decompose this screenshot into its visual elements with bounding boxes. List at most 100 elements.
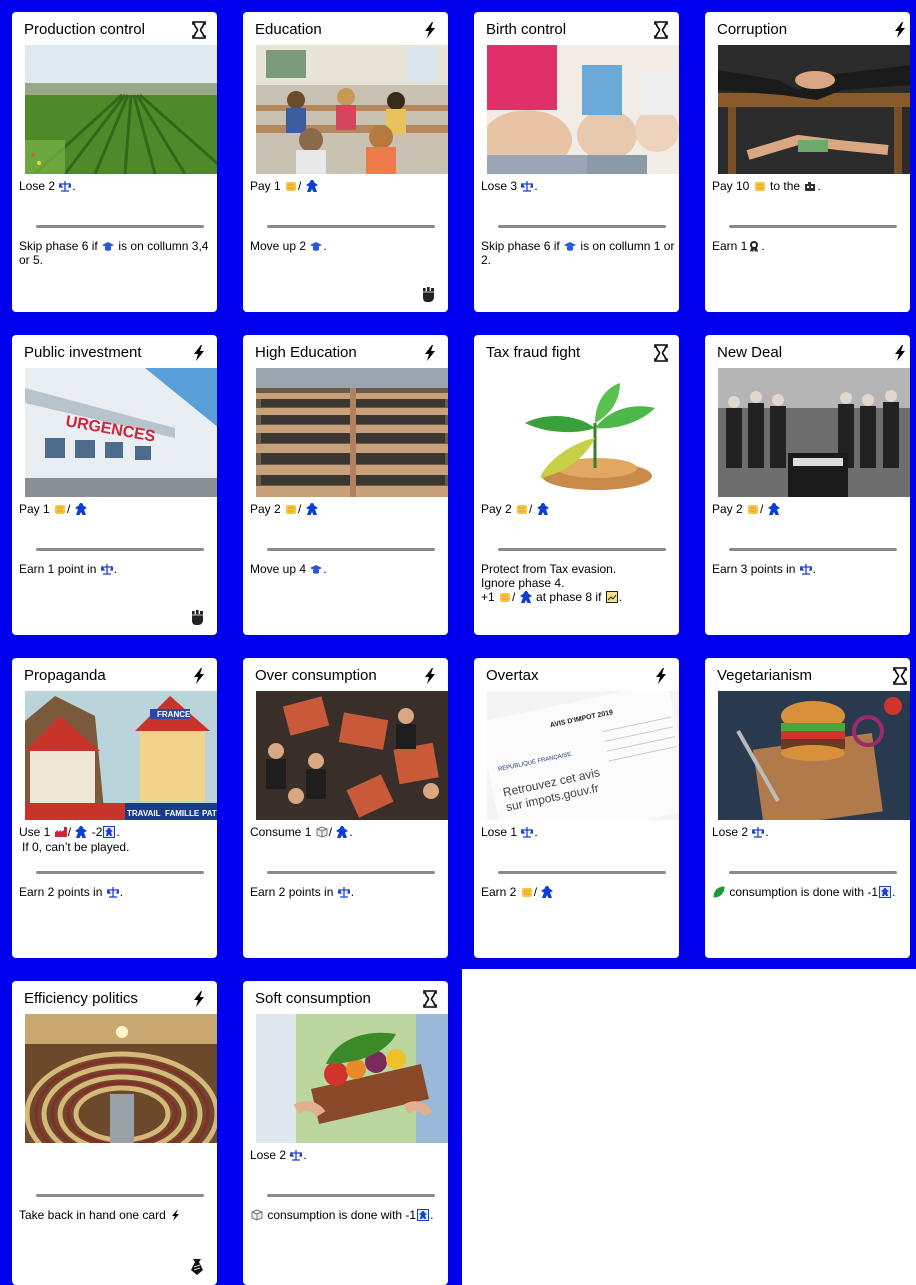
card-cost: Pay 10 to the . [712,179,821,193]
separator [36,225,204,228]
card-propaganda[interactable]: Propaganda FRANCE TRAVAIL FAMILLE PATR [0,646,231,969]
art-parliament [25,1014,217,1143]
hourglass-icon [654,344,668,362]
hourglass-icon [423,990,437,1008]
art-classroom [256,45,448,174]
card-title: Efficiency politics [24,990,138,1007]
card-title: Overtax [486,667,539,684]
card-high-education[interactable]: High Education Pay 2 / Move up 4 . [231,323,462,646]
card-birth-control[interactable]: Birth control Lose 3 . Skip phase 6 if i… [462,0,693,323]
separator [267,871,435,874]
separator [267,548,435,551]
lightning-icon [194,345,204,361]
card-production-control[interactable]: Production control Lose 2 . Skip phase 6… [0,0,231,323]
card-soft-consumption[interactable]: Soft consumption Lose 2 . consumption is… [231,969,462,1285]
card-face: Efficiency politics Take back in hand on… [12,981,217,1285]
card-vegetarianism[interactable]: Vegetarianism Lose 2 . consumption is do… [693,646,916,969]
business-icon [805,182,816,191]
meeple-icon [74,503,87,515]
box-icon [251,1209,263,1221]
coins-icon [286,505,297,514]
coins-icon [521,888,532,897]
card-effect: Earn 3 points in . [712,562,817,576]
cost-line: Use 1 / -2. [19,825,120,839]
separator [729,548,897,551]
patrie-label: PATRIE [202,809,217,818]
people-box-icon [103,826,116,838]
separator [498,548,666,551]
card-effect: Take back in hand one card [19,1208,217,1222]
coins-icon [754,182,765,191]
effect-line: +1 / at phase 8 if . [481,590,623,604]
card-education[interactable]: Education Pay 1 / Move up 2 . [231,0,462,323]
scale-icon [337,887,350,898]
art-lecture-hall [256,368,448,497]
meeple-icon [536,503,549,515]
card-public-investment[interactable]: Public investment URGENCES Pay 1 / Earn … [0,323,231,646]
art-field [25,45,217,174]
card-title: Over consumption [255,667,377,684]
scale-icon [106,887,119,898]
meeple-icon [519,591,532,603]
card-cost: Lose 1 . [481,825,538,839]
fist-icon [192,610,203,625]
academic-icon [310,565,323,574]
card-efficiency-politics[interactable]: Efficiency politics Take back in hand on… [0,969,231,1285]
academic-icon [564,242,577,251]
lightning-icon [656,668,666,684]
lightning-icon [895,345,905,361]
academic-icon [102,242,115,251]
card-face: High Education Pay 2 / Move up 4 . [243,335,448,635]
card-cost: Pay 1 / [250,179,448,194]
card-title: New Deal [717,344,783,361]
card-title: Vegetarianism [717,667,813,684]
card-overtax[interactable]: Overtax AVIS D'IMPOT 2019 RÉPUBLIQUE FRA… [462,646,693,969]
card-effect: consumption is done with -1. [712,885,910,899]
lightning-icon [895,22,905,38]
people-box-icon [417,1209,430,1221]
card-effect: consumption is done with -1. [250,1208,448,1222]
card-cost: Pay 2 / [481,502,679,517]
card-cost: Pay 1 / [19,502,217,517]
medal-icon [750,241,759,252]
card-effect: Skip phase 6 if is on collumn 3,4 or 5. [19,239,209,267]
card-effect: Skip phase 6 if is on collumn 1 or 2. [481,239,675,267]
art-pregnant-women [487,45,679,174]
lightning-icon [172,1209,180,1221]
card-title: Public investment [24,344,142,361]
card-face: Education Pay 1 / Move up 2 . [243,12,448,312]
scale-icon [290,1150,303,1161]
meeple-icon [305,503,318,515]
separator [267,1194,435,1197]
academic-icon [310,242,323,251]
card-tax-fraud-fight[interactable]: Tax fraud fight Pay 2 / Protect from Tax… [462,323,693,646]
coins-icon [55,505,66,514]
meeple-icon [541,886,554,898]
card-corruption[interactable]: Corruption Pay 10 to the . Earn 1 . [693,0,916,323]
meeple-icon [767,503,780,515]
card-face: Propaganda FRANCE TRAVAIL FAMILLE PATR [12,658,217,958]
card-cost: Lose 3 . [481,179,538,193]
separator [498,225,666,228]
card-face: Public investment URGENCES Pay 1 / Earn … [12,335,217,635]
card-face: Soft consumption Lose 2 . consumption is… [243,981,448,1285]
chart-board-icon [605,591,618,603]
card-face: Corruption Pay 10 to the . Earn 1 . [705,12,910,312]
card-cost: Lose 2 . [19,179,76,193]
card-face: Tax fraud fight Pay 2 / Protect from Tax… [474,335,679,635]
france-label: FRANCE [157,710,191,719]
effect-line: Protect from Tax evasion. [481,562,617,576]
scale-icon [521,181,534,192]
effect-line: Ignore phase 4. [481,576,565,590]
card-effect: Earn 2 / [481,885,679,899]
card-cost: Use 1 / -2. If 0, can’t be played. [19,825,217,855]
card-face: Birth control Lose 3 . Skip phase 6 if i… [474,12,679,312]
coins-icon [500,593,511,602]
art-money-plant [487,368,679,497]
card-over-consumption[interactable]: Over consumption Consume 1 / . Earn 2 po… [231,646,462,969]
card-effect: Earn 2 points in . [250,885,355,899]
coins-icon [517,505,528,514]
separator [729,871,897,874]
card-sheet: Production control Lose 2 . Skip phase 6… [0,0,916,1285]
card-new-deal[interactable]: New Deal Pay 2 / Earn 3 points in . [693,323,916,646]
